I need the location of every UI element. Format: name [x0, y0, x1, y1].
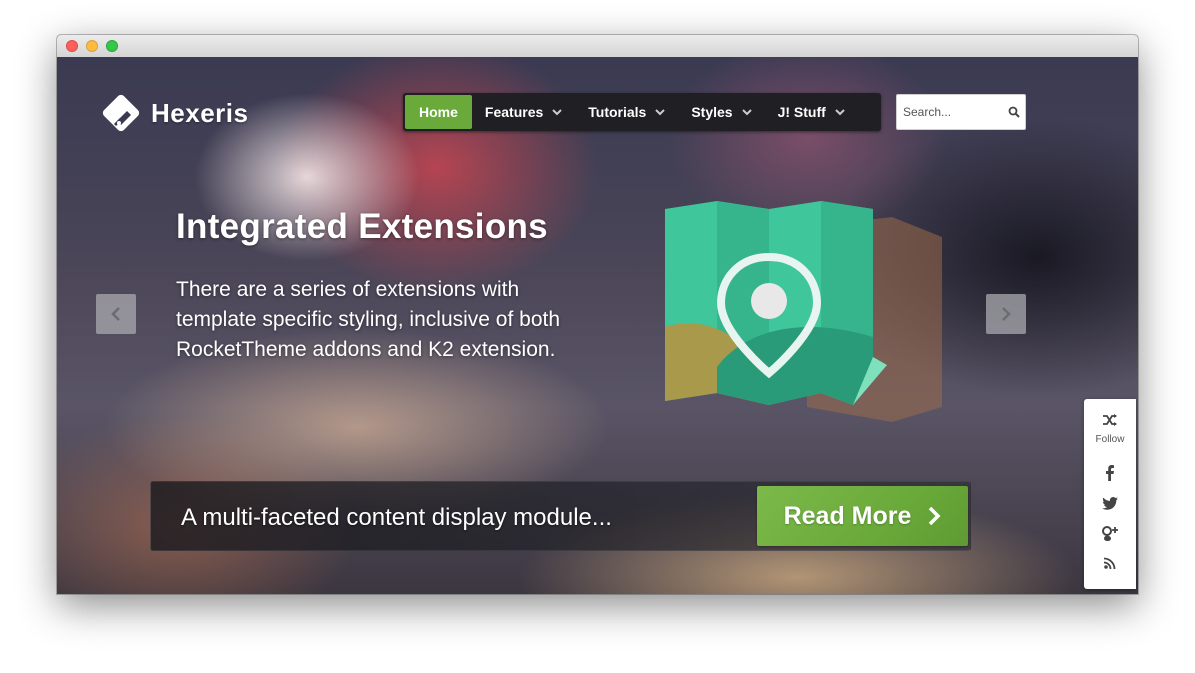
chevron-down-icon: [741, 109, 752, 116]
promo-text: A multi-faceted content display module..…: [181, 504, 612, 531]
read-more-label: Read More: [783, 501, 912, 530]
brand-name: Hexeris: [151, 97, 249, 128]
zoom-window-button[interactable]: [106, 40, 118, 52]
nav-item-label: J! Stuff: [777, 104, 826, 120]
promo-bar: A multi-faceted content display module..…: [150, 481, 971, 551]
chevron-right-icon: [1002, 307, 1011, 321]
close-window-button[interactable]: [66, 40, 78, 52]
page-viewport: Hexeris Home Features Tutorials Styles J…: [57, 57, 1138, 594]
site-logo[interactable]: Hexeris: [97, 89, 248, 137]
nav-item-label: Tutorials: [588, 104, 647, 120]
nav-item-styles[interactable]: Styles: [678, 95, 764, 129]
shuffle-icon: [1103, 414, 1117, 426]
slider-next-button[interactable]: [986, 294, 1026, 334]
google-plus-icon[interactable]: [1100, 523, 1120, 543]
browser-window: Hexeris Home Features Tutorials Styles J…: [57, 35, 1138, 594]
main-nav: Home Features Tutorials Styles J! Stuff: [403, 93, 881, 131]
minimize-window-button[interactable]: [86, 40, 98, 52]
window-titlebar: [57, 35, 1138, 58]
nav-item-label: Home: [419, 104, 458, 120]
slider-prev-button[interactable]: [96, 294, 136, 334]
nav-item-tutorials[interactable]: Tutorials: [575, 95, 678, 129]
chevron-left-icon: [111, 307, 120, 321]
chevron-right-icon: [929, 506, 941, 526]
twitter-icon[interactable]: [1100, 493, 1120, 513]
slide-description: There are a series of extensions with te…: [176, 278, 561, 361]
nav-item-features[interactable]: Features: [472, 95, 575, 129]
social-panel: Follow: [1084, 399, 1136, 589]
facebook-icon[interactable]: [1100, 463, 1120, 483]
search-box: [896, 94, 1026, 130]
search-icon[interactable]: [1007, 105, 1021, 119]
nav-item-label: Features: [484, 104, 544, 120]
nav-item-j-stuff[interactable]: J! Stuff: [765, 95, 858, 129]
slide-title: Integrated Extensions: [176, 207, 548, 246]
nav-item-home[interactable]: Home: [405, 95, 472, 129]
read-more-button[interactable]: Read More: [757, 486, 968, 546]
follow-label: Follow: [1095, 434, 1125, 445]
chevron-down-icon: [835, 109, 845, 116]
rss-icon[interactable]: [1100, 553, 1120, 573]
follow-button[interactable]: Follow: [1084, 413, 1136, 445]
nav-item-label: Styles: [691, 104, 733, 120]
chevron-down-icon: [655, 109, 666, 116]
chevron-down-icon: [552, 109, 562, 116]
logo-icon: [97, 89, 145, 137]
map-illustration: [665, 201, 942, 422]
search-input[interactable]: [897, 95, 1007, 129]
